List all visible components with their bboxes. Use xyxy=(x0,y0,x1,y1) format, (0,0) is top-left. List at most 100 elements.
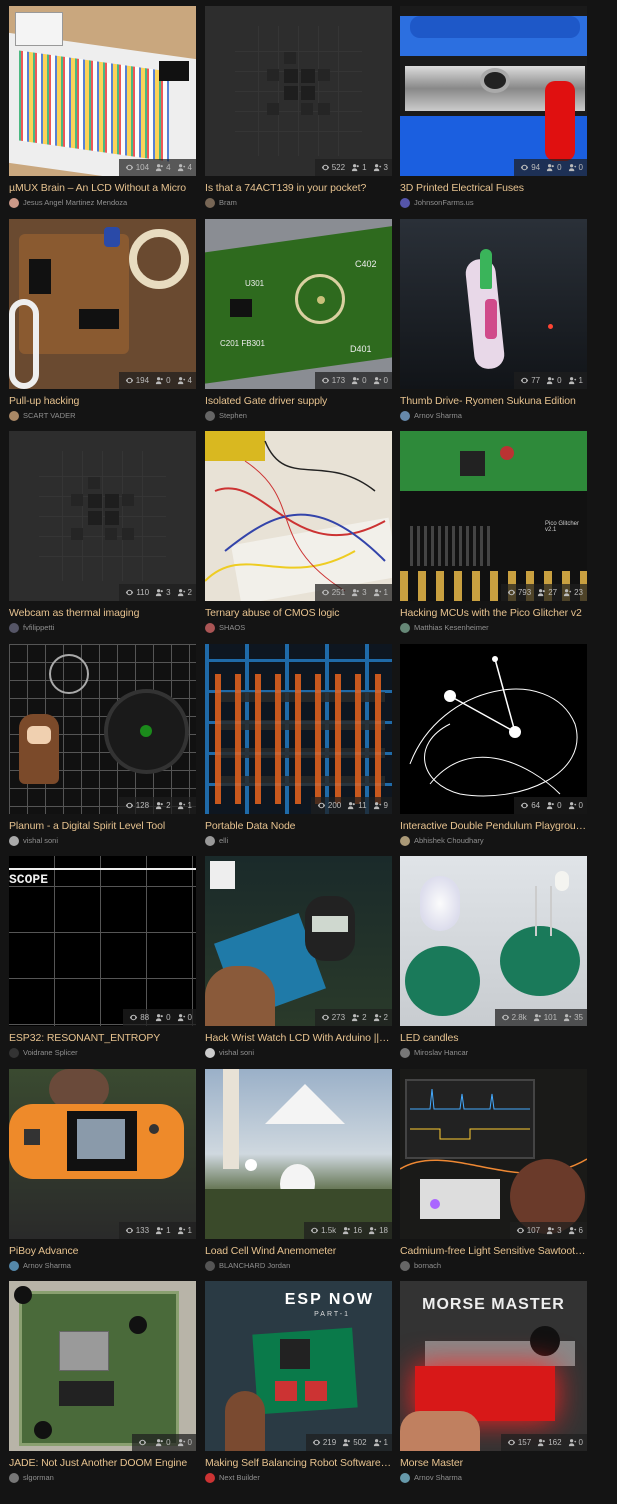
project-card[interactable]: 94 0 0 3D Printed Electrical Fuses Johns… xyxy=(400,6,587,212)
project-author[interactable]: vishal soni xyxy=(205,1047,254,1058)
project-author[interactable]: fvfilippetti xyxy=(9,622,54,633)
project-author[interactable]: Arnov Sharma xyxy=(400,410,462,421)
project-author[interactable]: bornach xyxy=(400,1260,441,1271)
project-author[interactable]: SHAOS xyxy=(205,622,245,633)
project-card[interactable]: C402 C201 FB301 D401 U301 173 0 0 Isolat… xyxy=(205,219,392,425)
project-author[interactable]: BLANCHARD Jordan xyxy=(205,1260,290,1271)
project-title[interactable]: Is that a 74ACT139 in your pocket? xyxy=(205,182,392,194)
author-name[interactable]: vishal soni xyxy=(219,1048,254,1057)
project-thumbnail[interactable]: 0 0 xyxy=(9,1281,196,1451)
project-author[interactable]: Matthias Kesenheimer xyxy=(400,622,489,633)
project-title[interactable]: µMUX Brain – An LCD Without a Micro xyxy=(9,182,196,194)
project-card[interactable]: Pico Glitcher v2.1 793 27 23 Hacking MCU… xyxy=(400,431,587,637)
author-name[interactable]: vishal soni xyxy=(23,836,58,845)
author-name[interactable]: Arnov Sharma xyxy=(414,1473,462,1482)
project-title[interactable]: 3D Printed Electrical Fuses xyxy=(400,182,587,194)
project-thumbnail[interactable]: SCOPE 88 0 0 xyxy=(9,856,196,1026)
project-thumbnail[interactable]: C402 C201 FB301 D401 U301 173 0 0 xyxy=(205,219,392,389)
author-name[interactable]: Next Builder xyxy=(219,1473,260,1482)
project-card[interactable]: 77 0 1 Thumb Drive- Ryomen Sukuna Editio… xyxy=(400,219,587,425)
author-name[interactable]: SCART VADER xyxy=(23,411,76,420)
project-title[interactable]: Portable Data Node xyxy=(205,820,392,832)
project-title[interactable]: Webcam as thermal imaging xyxy=(9,607,196,619)
project-author[interactable]: Jesus Angel Martinez Mendoza xyxy=(9,197,127,208)
author-name[interactable]: Miroslav Hancar xyxy=(414,1048,468,1057)
author-name[interactable]: Stephen xyxy=(219,411,247,420)
project-thumbnail[interactable]: 251 3 1 xyxy=(205,431,392,601)
project-author[interactable]: Next Builder xyxy=(205,1472,260,1483)
project-author[interactable]: elli xyxy=(205,835,228,846)
project-author[interactable]: Stephen xyxy=(205,410,247,421)
project-card[interactable]: 200 11 9 Portable Data Node elli xyxy=(205,644,392,850)
project-title[interactable]: Morse Master xyxy=(400,1457,587,1469)
author-name[interactable]: Matthias Kesenheimer xyxy=(414,623,489,632)
project-thumbnail[interactable]: ESP NOW PART-1 219 502 1 xyxy=(205,1281,392,1451)
project-title[interactable]: Planum - a Digital Spirit Level Tool xyxy=(9,820,196,832)
project-thumbnail[interactable]: 1.5k 16 18 xyxy=(205,1069,392,1239)
project-thumbnail[interactable]: 194 0 4 xyxy=(9,219,196,389)
author-name[interactable]: BLANCHARD Jordan xyxy=(219,1261,290,1270)
project-card[interactable]: 273 2 2 Hack Wrist Watch LCD With Arduin… xyxy=(205,856,392,1062)
project-card[interactable]: SCOPE 88 0 0 ESP32: RESONANT_ENTROPY Voi… xyxy=(9,856,196,1062)
author-name[interactable]: fvfilippetti xyxy=(23,623,54,632)
project-title[interactable]: Hacking MCUs with the Pico Glitcher v2 xyxy=(400,607,587,619)
project-thumbnail[interactable]: MORSE MASTER 157 162 0 xyxy=(400,1281,587,1451)
author-name[interactable]: Voidrane Splicer xyxy=(23,1048,78,1057)
project-author[interactable]: slgorman xyxy=(9,1472,54,1483)
project-author[interactable]: Arnov Sharma xyxy=(9,1260,71,1271)
project-thumbnail[interactable]: 64 0 0 xyxy=(400,644,587,814)
project-title[interactable]: PiBoy Advance xyxy=(9,1245,196,1257)
project-title[interactable]: Load Cell Wind Anemometer xyxy=(205,1245,392,1257)
author-name[interactable]: JohnsonFarms.us xyxy=(414,198,474,207)
project-thumbnail[interactable]: 77 0 1 xyxy=(400,219,587,389)
project-thumbnail[interactable]: 128 2 1 xyxy=(9,644,196,814)
project-thumbnail[interactable]: Pico Glitcher v2.1 793 27 23 xyxy=(400,431,587,601)
project-title[interactable]: Isolated Gate driver supply xyxy=(205,395,392,407)
author-name[interactable]: Jesus Angel Martinez Mendoza xyxy=(23,198,127,207)
project-title[interactable]: JADE: Not Just Another DOOM Engine xyxy=(9,1457,196,1469)
project-card[interactable]: 194 0 4 Pull-up hacking SCART VADER xyxy=(9,219,196,425)
project-card[interactable]: 110 3 2 Webcam as thermal imaging fvfili… xyxy=(9,431,196,637)
author-name[interactable]: Abhishek Choudhary xyxy=(414,836,484,845)
project-thumbnail[interactable]: 110 3 2 xyxy=(9,431,196,601)
project-thumbnail[interactable]: 522 1 3 xyxy=(205,6,392,176)
project-thumbnail[interactable]: 107 3 6 xyxy=(400,1069,587,1239)
project-card[interactable]: 107 3 6 Cadmium-free Light Sensitive Saw… xyxy=(400,1069,587,1275)
project-card[interactable]: ESP NOW PART-1 219 502 1 Making Self Bal… xyxy=(205,1281,392,1487)
project-author[interactable]: vishal soni xyxy=(9,835,58,846)
project-title[interactable]: LED candles xyxy=(400,1032,587,1044)
project-card[interactable]: 1.5k 16 18 Load Cell Wind Anemometer BLA… xyxy=(205,1069,392,1275)
project-author[interactable]: Arnov Sharma xyxy=(400,1472,462,1483)
project-thumbnail[interactable]: 104 4 4 xyxy=(9,6,196,176)
project-title[interactable]: Cadmium-free Light Sensitive Sawtooth… xyxy=(400,1245,587,1257)
author-name[interactable]: Arnov Sharma xyxy=(23,1261,71,1270)
project-author[interactable]: Voidrane Splicer xyxy=(9,1047,78,1058)
project-author[interactable]: Abhishek Choudhary xyxy=(400,835,484,846)
author-name[interactable]: Bram xyxy=(219,198,237,207)
project-card[interactable]: 133 1 1 PiBoy Advance Arnov Sharma xyxy=(9,1069,196,1275)
project-card[interactable]: 128 2 1 Planum - a Digital Spirit Level … xyxy=(9,644,196,850)
project-title[interactable]: Interactive Double Pendulum Playground xyxy=(400,820,587,832)
project-card[interactable]: 522 1 3 Is that a 74ACT139 in your pocke… xyxy=(205,6,392,212)
project-title[interactable]: ESP32: RESONANT_ENTROPY xyxy=(9,1032,196,1044)
project-thumbnail[interactable]: 133 1 1 xyxy=(9,1069,196,1239)
project-author[interactable]: Miroslav Hancar xyxy=(400,1047,468,1058)
project-card[interactable]: MORSE MASTER 157 162 0 Morse Master Arno… xyxy=(400,1281,587,1487)
project-thumbnail[interactable]: 200 11 9 xyxy=(205,644,392,814)
author-name[interactable]: Arnov Sharma xyxy=(414,411,462,420)
project-thumbnail[interactable]: 2.8k 101 35 xyxy=(400,856,587,1026)
project-author[interactable]: JohnsonFarms.us xyxy=(400,197,474,208)
project-card[interactable]: 2.8k 101 35 LED candles Miroslav Hancar xyxy=(400,856,587,1062)
project-title[interactable]: Thumb Drive- Ryomen Sukuna Edition xyxy=(400,395,587,407)
project-thumbnail[interactable]: 94 0 0 xyxy=(400,6,587,176)
project-title[interactable]: Ternary abuse of CMOS logic xyxy=(205,607,392,619)
project-title[interactable]: Pull-up hacking xyxy=(9,395,196,407)
project-title[interactable]: Hack Wrist Watch LCD With Arduino || … xyxy=(205,1032,392,1044)
author-name[interactable]: slgorman xyxy=(23,1473,54,1482)
project-card[interactable]: 64 0 0 Interactive Double Pendulum Playg… xyxy=(400,644,587,850)
project-thumbnail[interactable]: 273 2 2 xyxy=(205,856,392,1026)
project-author[interactable]: Bram xyxy=(205,197,237,208)
project-card[interactable]: 251 3 1 Ternary abuse of CMOS logic SHAO… xyxy=(205,431,392,637)
project-title[interactable]: Making Self Balancing Robot Software … xyxy=(205,1457,392,1469)
project-card[interactable]: 104 4 4 µMUX Brain – An LCD Without a Mi… xyxy=(9,6,196,212)
